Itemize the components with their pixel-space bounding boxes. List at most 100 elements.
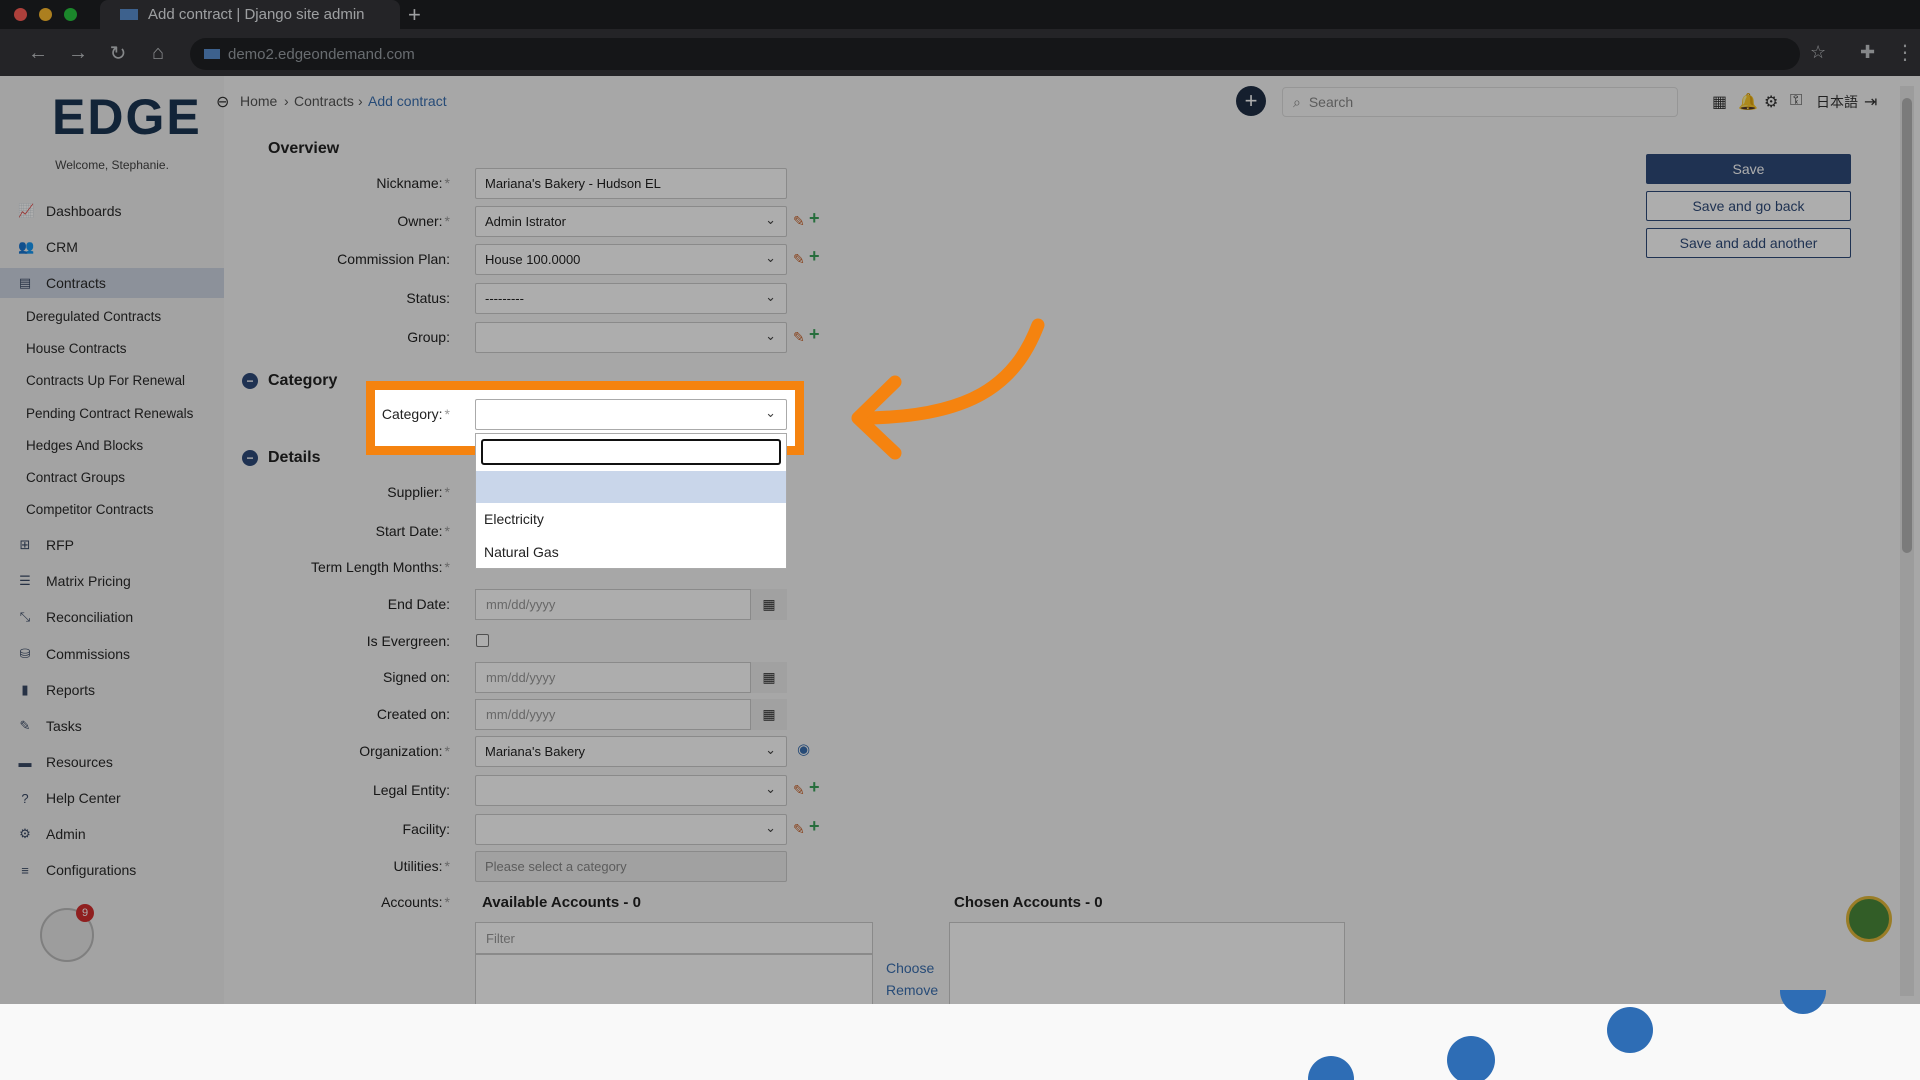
gear-icon[interactable]: ⚙: [1764, 92, 1778, 112]
chosen-accounts-list[interactable]: [949, 922, 1345, 1004]
address-bar[interactable]: demo2.edgeondemand.com: [190, 38, 1800, 70]
term-length-label: Term Length Months: *: [311, 559, 450, 575]
home-icon[interactable]: ⌂: [145, 40, 171, 66]
sidebar-item-resources[interactable]: ▬ Resources: [0, 747, 224, 777]
browser-tab[interactable]: Add contract | Django site admin: [100, 0, 400, 29]
assistant-avatar[interactable]: [1846, 896, 1892, 942]
edit-facility-icon[interactable]: ✎: [793, 821, 805, 838]
sidebar-item-tasks[interactable]: ✎ Tasks: [0, 711, 224, 741]
group-select[interactable]: ⌄: [475, 322, 787, 353]
collapse-icon[interactable]: −: [242, 450, 258, 466]
accounts-label: Accounts: *: [381, 894, 450, 910]
chevron-down-icon: ⌄: [765, 212, 776, 227]
sidebar-item-reports[interactable]: ▮ Reports: [0, 675, 224, 705]
sidebar-item-rfp[interactable]: ⊞ RFP: [0, 530, 224, 560]
back-icon[interactable]: ←: [25, 40, 51, 66]
created-on-calendar-icon[interactable]: ▦: [750, 699, 787, 730]
organization-select[interactable]: Mariana's Bakery ⌄: [475, 736, 787, 767]
reload-icon[interactable]: ↻: [105, 40, 131, 66]
commission-plan-select[interactable]: House 100.0000 ⌄: [475, 244, 787, 275]
category-select[interactable]: ⌄: [475, 399, 787, 430]
accounts-filter-input[interactable]: Filter: [475, 922, 873, 954]
bookmark-star-icon[interactable]: ☆: [1810, 42, 1826, 63]
forward-icon[interactable]: →: [65, 40, 91, 66]
signed-on-label: Signed on:: [383, 669, 450, 685]
dropdown-option-natural-gas[interactable]: Natural Gas: [476, 536, 786, 568]
choose-link[interactable]: Choose: [886, 960, 934, 976]
sidebar-subitem-renewal[interactable]: Contracts Up For Renewal: [26, 373, 185, 388]
remove-link[interactable]: Remove: [886, 982, 938, 998]
status-select[interactable]: --------- ⌄: [475, 283, 787, 314]
bell-icon[interactable]: 🔔: [1738, 92, 1758, 112]
facility-select[interactable]: ⌄: [475, 814, 787, 845]
breadcrumb-home[interactable]: Home: [240, 93, 277, 109]
add-facility-icon[interactable]: +: [809, 816, 820, 837]
details-section-title[interactable]: − Details: [242, 449, 320, 467]
dropdown-option-electricity[interactable]: Electricity: [476, 503, 786, 535]
save-and-add-another-button[interactable]: Save and add another: [1646, 228, 1851, 258]
sidebar-item-contracts[interactable]: ▤ Contracts: [0, 268, 224, 298]
legal-entity-select[interactable]: ⌄: [475, 775, 787, 806]
edge-logo[interactable]: EDGE: [52, 88, 202, 146]
edit-commission-icon[interactable]: ✎: [793, 251, 805, 268]
created-on-input[interactable]: mm/dd/yyyy: [475, 699, 787, 730]
signed-on-calendar-icon[interactable]: ▦: [750, 662, 787, 693]
sidebar-subitem-house[interactable]: House Contracts: [26, 341, 127, 356]
dropdown-search-input[interactable]: [481, 439, 781, 465]
owner-label: Owner: *: [397, 213, 450, 229]
scrollbar-thumb[interactable]: [1902, 98, 1912, 553]
sidebar-subitem-pending-renewals[interactable]: Pending Contract Renewals: [26, 406, 193, 421]
sidebar-subitem-competitor[interactable]: Competitor Contracts: [26, 502, 154, 517]
back-circle-icon[interactable]: ⊖: [216, 92, 229, 112]
sidebar-item-configurations[interactable]: ≡ Configurations: [0, 855, 224, 885]
save-and-go-back-button[interactable]: Save and go back: [1646, 191, 1851, 221]
edit-legal-entity-icon[interactable]: ✎: [793, 782, 805, 799]
breadcrumb-contracts[interactable]: Contracts: [294, 93, 354, 109]
add-legal-entity-icon[interactable]: +: [809, 777, 820, 798]
save-button[interactable]: Save: [1646, 154, 1851, 184]
minimize-window-button[interactable]: [39, 8, 52, 21]
add-group-icon[interactable]: +: [809, 324, 820, 345]
sidebar-item-commissions[interactable]: ⛁ Commissions: [0, 639, 224, 669]
sidebar-item-dashboards[interactable]: 📈 Dashboards: [0, 196, 224, 226]
close-window-button[interactable]: [14, 8, 27, 21]
sidebar-subitem-hedges[interactable]: Hedges And Blocks: [26, 438, 143, 453]
new-tab-button[interactable]: +: [408, 2, 421, 28]
sidebar-item-reconciliation[interactable]: ⤡ Reconciliation: [0, 602, 224, 632]
dropdown-option-empty[interactable]: [476, 471, 786, 503]
owner-select[interactable]: Admin Istrator ⌄: [475, 206, 787, 237]
sidebar-item-crm[interactable]: 👥 CRM: [0, 232, 224, 262]
maximize-window-button[interactable]: [64, 8, 77, 21]
sidebar-subitem-contract-groups[interactable]: Contract Groups: [26, 470, 125, 485]
category-label: Category: *: [381, 406, 450, 422]
folder-icon: ▬: [18, 754, 32, 770]
nickname-field[interactable]: Mariana's Bakery - Hudson EL: [475, 168, 787, 199]
search-input[interactable]: ⌕ Search: [1282, 87, 1678, 117]
start-date-label: Start Date: *: [375, 523, 450, 539]
category-dropdown[interactable]: Electricity Natural Gas: [475, 433, 787, 569]
end-date-calendar-icon[interactable]: ▦: [750, 589, 787, 620]
is-evergreen-checkbox[interactable]: [476, 634, 489, 647]
add-circle-icon[interactable]: +: [1236, 86, 1266, 116]
add-commission-icon[interactable]: +: [809, 246, 820, 267]
signed-on-input[interactable]: mm/dd/yyyy: [475, 662, 787, 693]
category-section-title[interactable]: − Category: [242, 372, 337, 390]
browser-menu-icon[interactable]: ⋮: [1895, 40, 1915, 65]
sidebar-item-matrix-pricing[interactable]: ☰ Matrix Pricing: [0, 566, 224, 596]
logout-icon[interactable]: ⇥: [1864, 92, 1877, 112]
eye-icon[interactable]: ◉: [797, 740, 810, 758]
add-owner-icon[interactable]: +: [809, 208, 820, 229]
available-accounts-list[interactable]: [475, 954, 873, 1004]
sidebar-subitem-deregulated[interactable]: Deregulated Contracts: [26, 309, 161, 324]
collapse-icon[interactable]: −: [242, 373, 258, 389]
language-switch[interactable]: 日本語: [1816, 92, 1858, 112]
sliders-icon: ≡: [21, 862, 29, 878]
sidebar-item-help-center[interactable]: ? Help Center: [0, 783, 224, 813]
calendar-icon[interactable]: ▦: [1712, 92, 1727, 112]
end-date-input[interactable]: mm/dd/yyyy: [475, 589, 787, 620]
edit-group-icon[interactable]: ✎: [793, 329, 805, 346]
sidebar-item-admin[interactable]: ⚙ Admin: [0, 819, 224, 849]
edit-owner-icon[interactable]: ✎: [793, 213, 805, 230]
key-icon[interactable]: ⚿: [1790, 92, 1802, 110]
extensions-icon[interactable]: ✚: [1860, 42, 1875, 63]
